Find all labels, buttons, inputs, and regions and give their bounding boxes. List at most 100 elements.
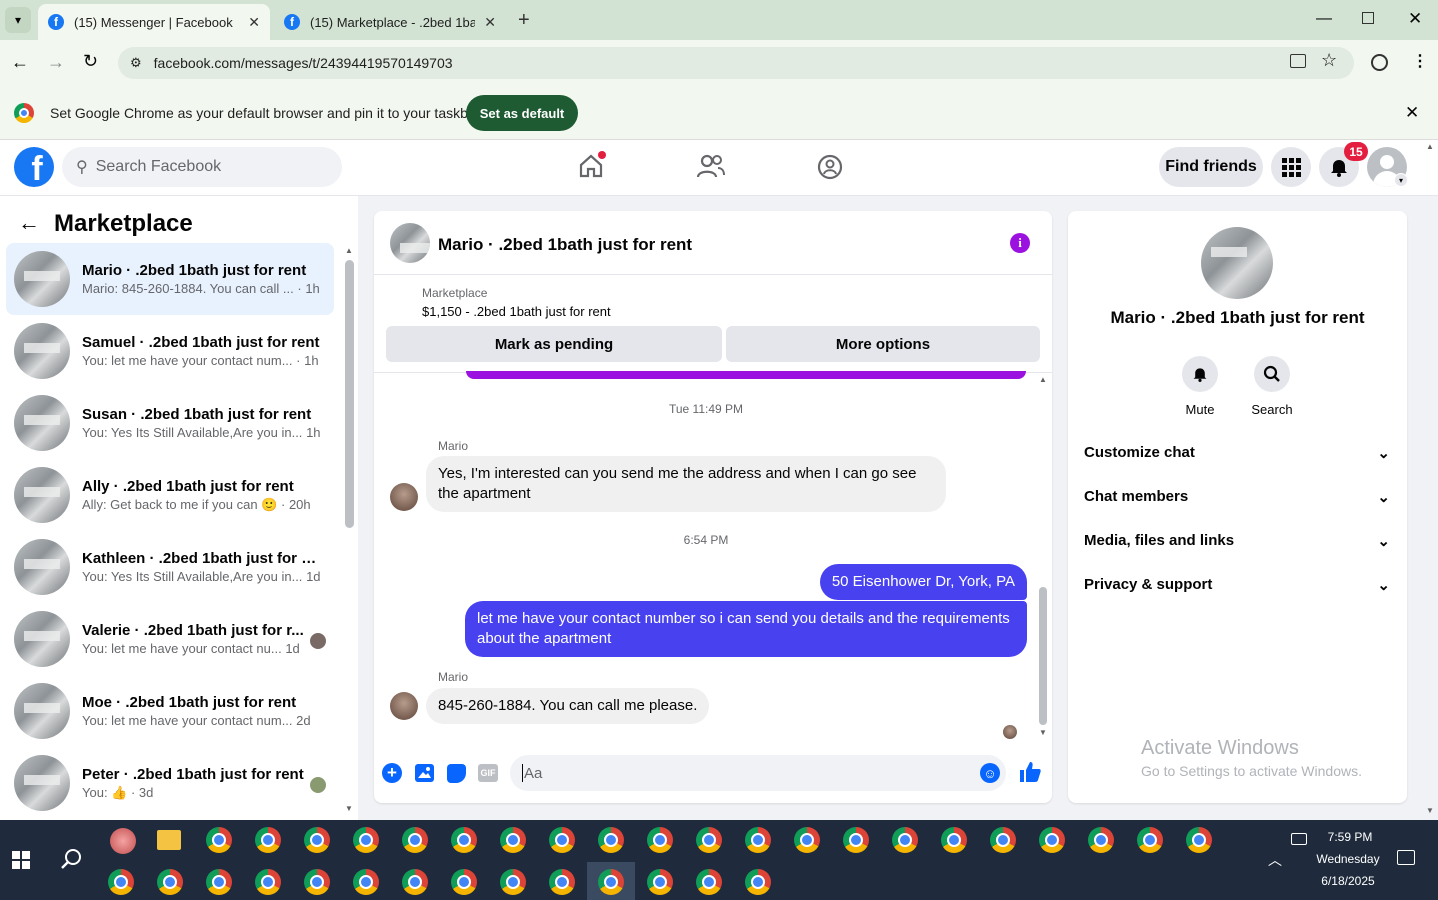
windows-start-icon[interactable] — [12, 851, 30, 869]
chrome-taskbar-icon[interactable] — [990, 827, 1016, 853]
chrome-taskbar-icon[interactable] — [1186, 827, 1212, 853]
conversation-item[interactable]: Peter · .2bed 1bath just for rent You: 👍… — [6, 747, 334, 819]
emoji-icon[interactable]: ☺ — [980, 763, 1000, 783]
conversation-item[interactable]: Moe · .2bed 1bath just for rent You: let… — [6, 675, 334, 747]
chrome-taskbar-icon[interactable] — [500, 827, 526, 853]
close-window-button[interactable]: ✕ — [1408, 9, 1422, 29]
minimize-button[interactable]: — — [1316, 10, 1332, 28]
menu-grid-icon[interactable] — [1271, 147, 1311, 187]
close-tab-icon[interactable]: ✕ — [484, 14, 496, 31]
search-in-conversation-button[interactable]: Search — [1248, 356, 1296, 417]
chrome-taskbar-icon[interactable] — [941, 827, 967, 853]
scroll-up-arrow-icon[interactable]: ▲ — [1039, 375, 1047, 384]
chrome-taskbar-icon[interactable] — [794, 827, 820, 853]
conversation-item[interactable]: Samuel · .2bed 1bath just for rent You: … — [6, 315, 334, 387]
incoming-message[interactable]: 845-260-1884. You can call me please. — [426, 688, 710, 724]
page-scroll-up-arrow-icon[interactable]: ▲ — [1426, 142, 1434, 151]
chrome-taskbar-icon[interactable] — [1137, 827, 1163, 853]
file-explorer-icon[interactable] — [157, 830, 181, 850]
account-chevron-icon[interactable]: ▾ — [1394, 173, 1408, 187]
chrome-taskbar-icon[interactable] — [353, 869, 379, 895]
chrome-taskbar-icon[interactable] — [451, 827, 477, 853]
home-nav-icon[interactable] — [578, 151, 606, 179]
chrome-taskbar-icon[interactable] — [500, 869, 526, 895]
chrome-taskbar-icon[interactable] — [255, 869, 281, 895]
chrome-taskbar-icon[interactable] — [745, 827, 771, 853]
chrome-taskbar-icon[interactable] — [206, 827, 232, 853]
chrome-taskbar-icon[interactable] — [353, 827, 379, 853]
incoming-message[interactable]: Yes, I'm interested can you send me the … — [426, 456, 946, 512]
mute-button[interactable]: Mute — [1178, 356, 1222, 417]
site-settings-icon[interactable]: ⚙ — [130, 55, 142, 71]
chrome-taskbar-icon[interactable] — [1088, 827, 1114, 853]
conversation-item[interactable]: Valerie · .2bed 1bath just for r... You:… — [6, 603, 334, 675]
gif-icon[interactable]: GIF — [478, 764, 498, 782]
back-arrow-icon[interactable]: ← — [18, 210, 40, 236]
chat-listing-avatar[interactable] — [390, 223, 430, 263]
page-scroll-down-arrow-icon[interactable]: ▼ — [1426, 806, 1434, 815]
clock-day[interactable]: Wednesday — [1298, 852, 1398, 866]
find-friends-button[interactable]: Find friends — [1159, 147, 1263, 187]
chrome-taskbar-icon[interactable] — [1039, 827, 1065, 853]
tab-search-button[interactable]: ▾ — [5, 7, 31, 33]
chat-members-section[interactable]: Chat members ⌄ — [1084, 488, 1390, 506]
set-as-default-button[interactable]: Set as default — [466, 95, 578, 131]
chrome-taskbar-icon[interactable] — [598, 869, 624, 895]
taskbar-search-icon[interactable] — [60, 848, 82, 873]
install-app-icon[interactable] — [1290, 54, 1306, 68]
chrome-taskbar-icon[interactable] — [647, 869, 673, 895]
new-tab-button[interactable]: + — [518, 9, 530, 32]
add-actions-icon[interactable]: + — [382, 763, 402, 783]
conversation-info-icon[interactable]: i — [1010, 233, 1030, 253]
photo-icon[interactable] — [415, 764, 434, 782]
chrome-taskbar-icon[interactable] — [549, 869, 575, 895]
friends-nav-icon[interactable] — [696, 153, 725, 182]
show-hidden-icons-chevron-icon[interactable]: ︿ — [1268, 850, 1282, 870]
back-button[interactable]: ← — [11, 52, 29, 73]
chrome-taskbar-icon[interactable] — [745, 869, 771, 895]
conversation-item[interactable]: Kathleen · .2bed 1bath just for re... Yo… — [6, 531, 334, 603]
reload-button[interactable]: ↻ — [83, 51, 98, 72]
sticker-icon[interactable] — [447, 764, 466, 783]
search-facebook-input[interactable]: ⚲ Search Facebook — [62, 147, 342, 187]
notification-center-icon[interactable] — [1397, 850, 1415, 865]
chat-title[interactable]: Mario · .2bed 1bath just for rent — [438, 235, 692, 255]
outgoing-message[interactable]: let me have your contact number so i can… — [465, 601, 1027, 657]
sidebar-scrollbar[interactable] — [345, 260, 354, 528]
privacy-support-section[interactable]: Privacy & support ⌄ — [1084, 576, 1390, 594]
close-tab-icon[interactable]: ✕ — [248, 14, 260, 31]
chrome-taskbar-icon[interactable] — [304, 827, 330, 853]
maximize-button[interactable] — [1362, 12, 1374, 24]
close-infobar-icon[interactable]: ✕ — [1405, 103, 1419, 123]
profile-icon[interactable] — [1371, 54, 1388, 71]
chrome-taskbar-icon[interactable] — [402, 827, 428, 853]
listing-profile-photo[interactable] — [1201, 227, 1273, 299]
chrome-taskbar-icon[interactable] — [598, 827, 624, 853]
scroll-down-arrow-icon[interactable]: ▼ — [1039, 728, 1047, 737]
chrome-taskbar-icon[interactable] — [451, 869, 477, 895]
conversation-item[interactable]: Ally · .2bed 1bath just for rent Ally: G… — [6, 459, 334, 531]
scroll-up-arrow-icon[interactable]: ▲ — [345, 246, 353, 255]
chrome-taskbar-icon[interactable] — [696, 827, 722, 853]
media-files-links-section[interactable]: Media, files and links ⌄ — [1084, 532, 1390, 550]
chrome-taskbar-icon[interactable] — [892, 827, 918, 853]
conversation-item[interactable]: Susan · .2bed 1bath just for rent You: Y… — [6, 387, 334, 459]
tab-marketplace[interactable]: f (15) Marketplace - .2bed 1bath ✕ — [274, 4, 506, 40]
pinned-app-icon[interactable] — [110, 828, 136, 854]
groups-nav-icon[interactable] — [817, 154, 843, 183]
chrome-taskbar-icon[interactable] — [206, 869, 232, 895]
conversation-item[interactable]: Mario · .2bed 1bath just for rent Mario:… — [6, 243, 334, 315]
forward-button[interactable]: → — [47, 52, 65, 73]
chrome-taskbar-icon[interactable] — [157, 869, 183, 895]
chrome-menu-icon[interactable]: ⋮ — [1412, 51, 1428, 71]
chrome-taskbar-icon[interactable] — [108, 869, 134, 895]
chrome-taskbar-icon[interactable] — [549, 827, 575, 853]
outgoing-message[interactable]: 50 Eisenhower Dr, York, PA — [819, 564, 1027, 600]
chrome-taskbar-icon[interactable] — [696, 869, 722, 895]
contact-avatar[interactable] — [390, 483, 418, 511]
clock-time[interactable]: 7:59 PM — [1300, 830, 1400, 844]
clock-date[interactable]: 6/18/2025 — [1298, 874, 1398, 888]
chrome-taskbar-icon[interactable] — [843, 827, 869, 853]
tab-messenger[interactable]: f (15) Messenger | Facebook ✕ — [38, 4, 270, 40]
contact-avatar[interactable] — [390, 692, 418, 720]
